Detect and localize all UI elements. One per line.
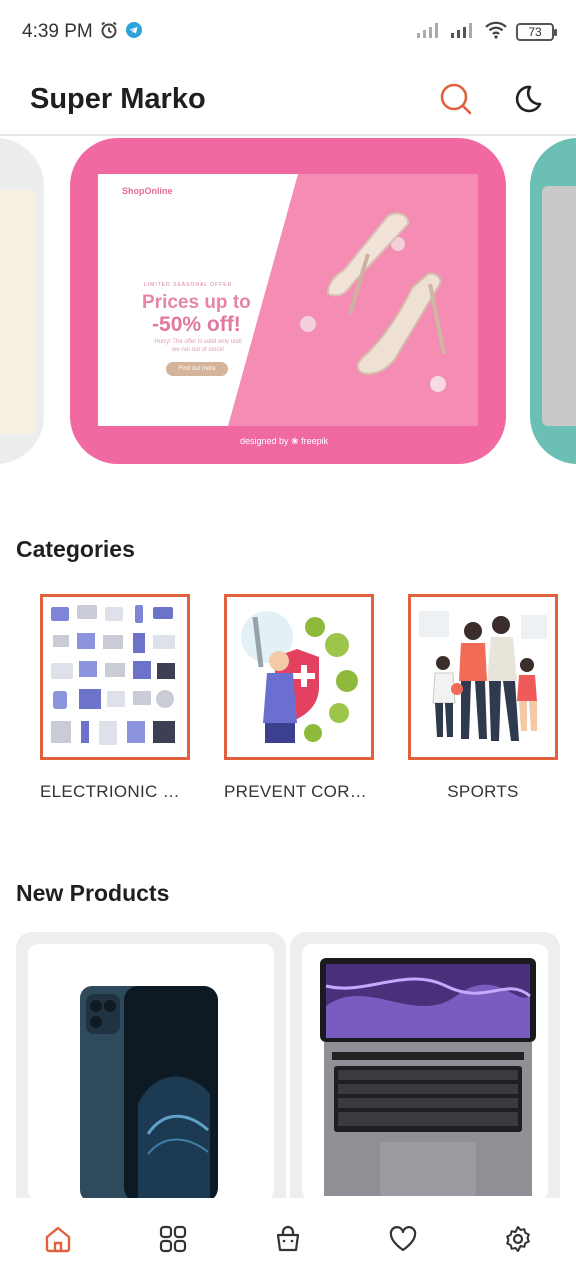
moon-icon [515,85,542,113]
category-label: SPORTS [447,782,519,801]
grid-icon [159,1225,186,1253]
home-icon [45,1226,70,1253]
bottom-nav [0,1198,576,1280]
promo-headline: Prices up to -50% off! [142,292,251,336]
signal-icon [450,21,476,44]
banner-slide-current[interactable]: ShopOnline LIMITED SEASONAL OFFER Prices… [70,138,506,464]
promo-card: ShopOnline LIMITED SEASONAL OFFER Prices… [98,174,478,426]
nav-settings[interactable] [498,1219,538,1259]
settings-icon [506,1226,531,1252]
laptop-image [320,958,536,1196]
nav-categories[interactable] [153,1219,193,1259]
promo-headline-line1: Prices up to [142,292,251,313]
virus-protection-illustration [241,611,358,743]
categories-list: ELECTRIONIC DE... PREVENT CORO... SPORTS [40,594,576,814]
heart-icon [389,1226,417,1252]
promo-cta-button: Find out more [166,362,228,376]
new-products-list [16,932,576,1212]
status-right: 73 [416,21,557,44]
search-button[interactable] [438,81,474,117]
promo-brand: ShopOnline [122,186,173,196]
category-image [40,594,190,760]
new-products-title: New Products [16,880,170,906]
battery-icon: 73 [516,23,557,41]
status-time: 4:39 PM [22,21,93,42]
high-heels-image [300,212,446,392]
categories-title: Categories [16,536,135,562]
app-bar: Super Marko [0,64,576,136]
banner-credit: designed by ❀ freepik [240,436,329,446]
category-label: ELECTRIONIC DE... [40,782,190,801]
nav-home[interactable] [38,1219,78,1259]
status-bar: 4:39 PM 73 [0,0,576,64]
category-item-prevent-corona[interactable]: PREVENT CORO... [224,594,374,802]
sports-family-illustration [419,611,547,741]
banner-slide-previous-image [0,190,36,434]
banner-carousel[interactable]: ShopOnline LIMITED SEASONAL OFFER Prices… [0,138,576,464]
banner-slide-previous[interactable] [0,138,44,464]
search-icon [440,83,472,115]
promo-headline-line2: -50% off! [152,313,241,336]
app-actions [438,81,546,117]
status-left: 4:39 PM [22,20,143,45]
nav-favorites[interactable] [383,1219,423,1259]
theme-toggle-button[interactable] [510,81,546,117]
bag-icon [276,1225,300,1252]
category-item-electronics[interactable]: ELECTRIONIC DE... [40,594,190,802]
product-image-frame [28,944,274,1200]
nav-cart[interactable] [268,1219,308,1259]
telegram-icon [125,21,143,44]
smartphone-image [80,986,218,1200]
banner-slide-next-image [542,186,576,426]
category-image [408,594,558,760]
alarm-icon [99,20,119,45]
product-card[interactable] [290,932,560,1212]
app-title: Super Marko [30,82,206,115]
category-item-sports[interactable]: SPORTS [408,594,558,802]
product-image-frame [302,944,548,1200]
category-image [224,594,374,760]
promo-note: Hurry! The offer is valid only until we … [154,339,242,353]
electronics-illustration [51,605,175,745]
banner-slide-next[interactable] [530,138,576,464]
promo-kicker: LIMITED SEASONAL OFFER [144,282,233,288]
category-label: PREVENT CORO... [224,782,374,801]
product-card[interactable] [16,932,286,1212]
signal-icon [416,21,442,44]
wifi-icon [484,21,508,44]
